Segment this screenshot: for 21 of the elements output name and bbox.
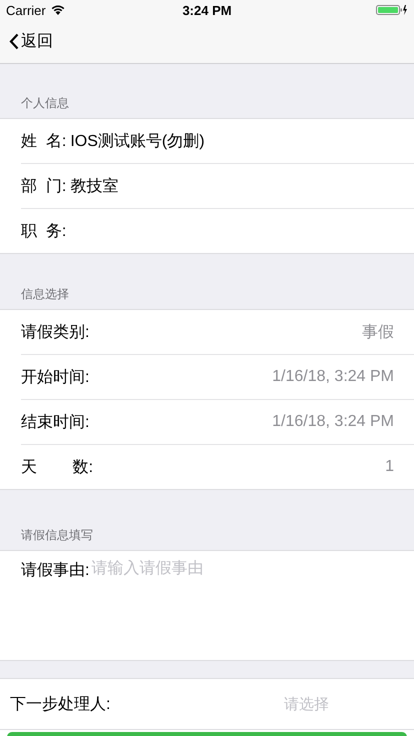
field-label: 姓 名:	[21, 132, 66, 152]
status-time: 3:24 PM	[182, 2, 232, 18]
back-button[interactable]: 返回	[9, 31, 53, 52]
field-value: 教技室	[70, 176, 118, 196]
field-label: 请假事由:	[21, 560, 90, 581]
picker-row[interactable]: 请假类别: 事假	[21, 310, 414, 354]
field-label: 职 务:	[21, 222, 66, 242]
chevron-left-icon	[9, 33, 19, 50]
wifi-icon	[50, 5, 65, 15]
picker-row[interactable]: 天 数: 1	[21, 444, 414, 489]
field-label: 下一步处理人:	[10, 694, 110, 714]
field-label: 部 门:	[21, 176, 66, 196]
battery-icon	[376, 4, 408, 16]
section-header: 信息选择	[21, 286, 69, 303]
picker-row[interactable]: 结束时间: 1/16/18, 3:24 PM	[21, 399, 414, 444]
picker-row[interactable]: 开始时间: 1/16/18, 3:24 PM	[21, 354, 414, 399]
section-header: 请假信息填写	[21, 527, 93, 544]
handler-picker[interactable]: 请选择	[284, 696, 394, 712]
carrier-name: Carrier	[6, 2, 46, 18]
section-header: 个人信息	[21, 95, 69, 112]
field-value: IOS测试账号(勿删)	[70, 132, 205, 152]
